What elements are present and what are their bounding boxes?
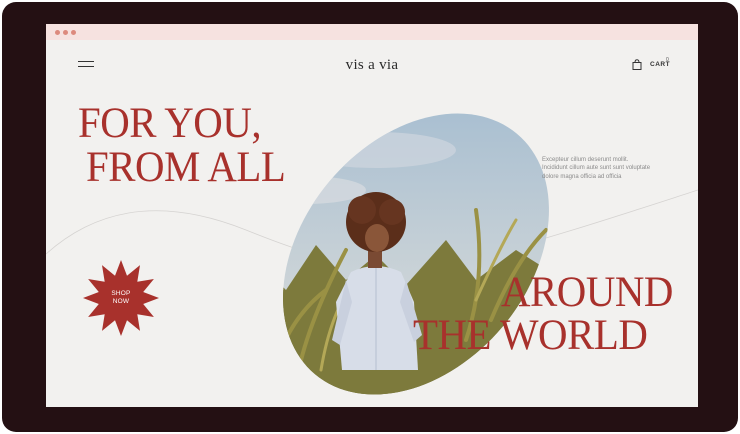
headline-line-2: FROM ALL [86,144,286,191]
cart-count: 0 [666,57,669,63]
browser-window: vis a via CART 0 FOR YOU, FROM ALL AROUN… [46,24,698,407]
webpage: vis a via CART 0 FOR YOU, FROM ALL AROUN… [46,40,698,407]
headline-line-1: FOR YOU, [78,100,262,147]
window-maximize-dot[interactable] [71,30,76,35]
window-close-dot[interactable] [55,30,60,35]
headline-line-4: THE WORLD [413,312,648,359]
headline-line-3: AROUND [501,269,673,316]
window-minimize-dot[interactable] [63,30,68,35]
hero-description: Excepteur cillum deserunt mollit. Incidi… [542,157,651,180]
window-titlebar [46,24,698,40]
shop-now-line-1: SHOP [111,290,131,297]
brand-logo[interactable]: vis a via [46,57,698,74]
device-frame: vis a via CART 0 FOR YOU, FROM ALL AROUN… [2,2,738,432]
shop-now-line-2: NOW [112,298,130,305]
shop-now-button[interactable]: SHOP NOW [82,259,160,337]
shopping-bag-icon [632,59,642,70]
